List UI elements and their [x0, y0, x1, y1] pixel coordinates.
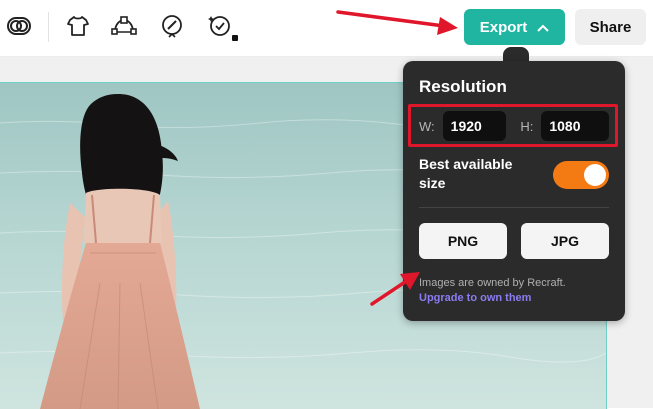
- edit-icon[interactable]: [156, 10, 188, 42]
- ownership-note: Images are owned by Recraft.: [419, 277, 566, 289]
- best-size-label: Best available size: [419, 156, 513, 191]
- remove-background-icon[interactable]: [3, 10, 35, 42]
- share-label: Share: [589, 18, 632, 36]
- png-label: PNG: [447, 233, 479, 249]
- share-button[interactable]: Share: [575, 9, 646, 45]
- resolution-title: Resolution: [419, 77, 507, 96]
- export-button[interactable]: Export: [464, 9, 565, 45]
- resolution-highlight: [408, 104, 618, 147]
- top-toolbar: Export Share: [0, 0, 653, 57]
- best-size-toggle[interactable]: [553, 161, 609, 189]
- export-popup: Resolution W: 1920 H: 1080 Best availabl…: [403, 61, 625, 321]
- toolbar-divider: [48, 12, 49, 42]
- upgrade-link[interactable]: Upgrade to own them: [419, 292, 531, 304]
- toggle-knob: [584, 164, 606, 186]
- vectorize-icon[interactable]: [108, 10, 140, 42]
- png-button[interactable]: PNG: [419, 223, 507, 259]
- export-label: Export: [479, 18, 528, 36]
- chevron-up-icon: [537, 20, 549, 35]
- jpg-button[interactable]: JPG: [521, 223, 609, 259]
- lock-icon: [232, 35, 238, 41]
- tshirt-mockup-icon[interactable]: [62, 10, 94, 42]
- popup-divider: [419, 207, 609, 208]
- jpg-label: JPG: [550, 233, 579, 249]
